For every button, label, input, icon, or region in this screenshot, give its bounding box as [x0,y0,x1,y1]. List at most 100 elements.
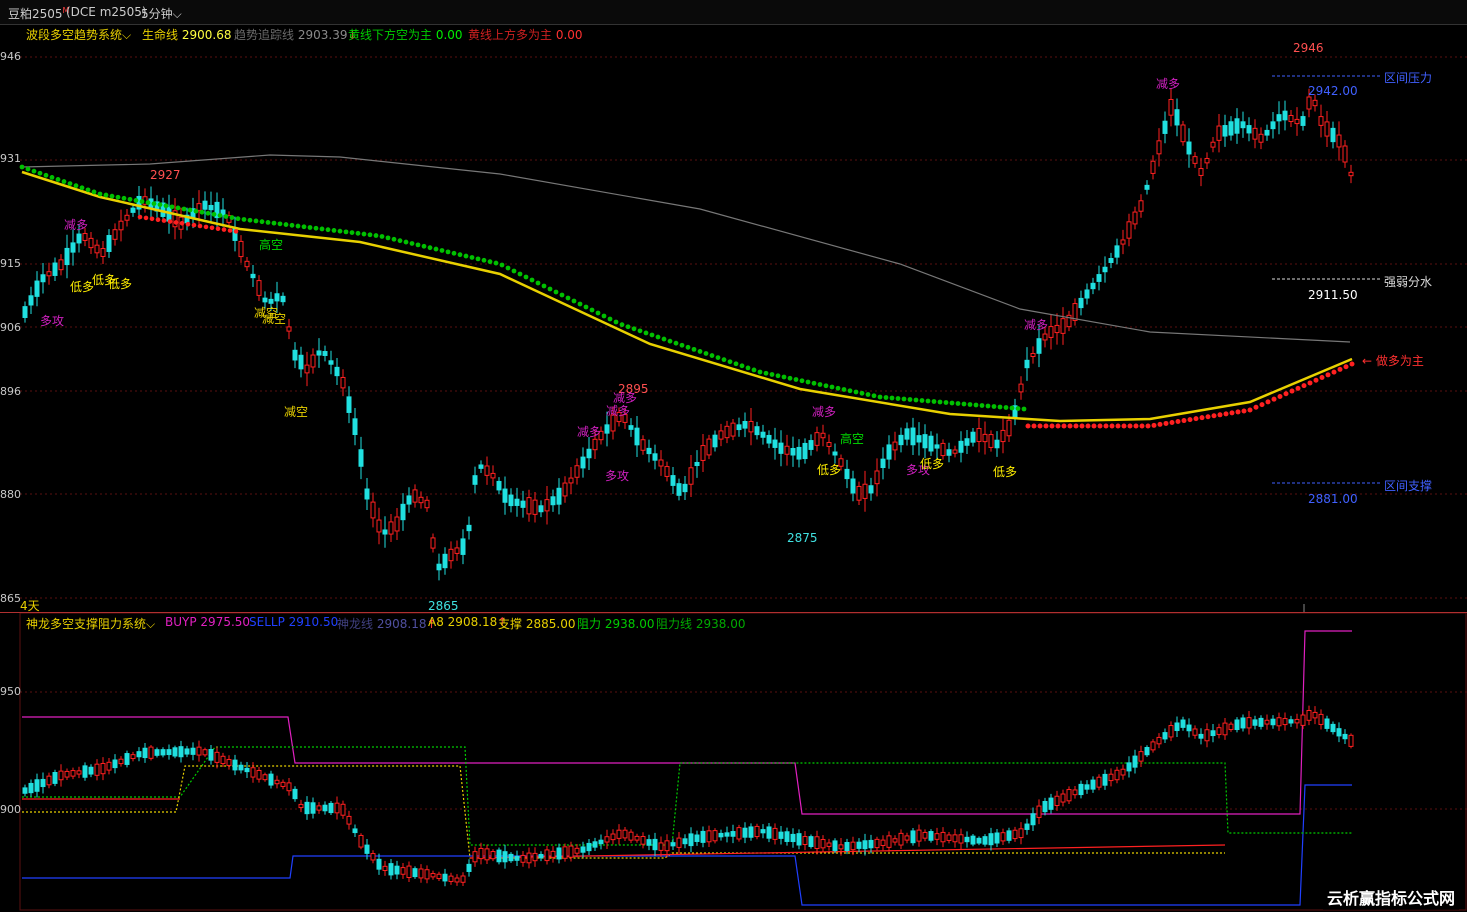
trend-dot [751,367,757,373]
candle-body [1078,297,1084,309]
candle-body [394,865,400,875]
candle-body [898,832,904,846]
candle-body [922,831,928,839]
candle-body [940,442,946,457]
y-tick: 915 [0,257,21,270]
candle-body [1030,813,1036,826]
candle-body [1132,755,1138,768]
candle-body [1192,156,1198,164]
trend-dot [229,215,235,220]
candle-body [880,839,886,846]
trend-dot [835,385,841,391]
trend-dot [1175,419,1181,425]
candle-body [316,805,322,811]
main-chart-canvas[interactable] [0,24,1467,612]
trend-dot [169,204,175,210]
candle-body [1282,110,1288,121]
legend-life-line: 生命线 2900.68 [142,26,231,43]
candle-body [946,449,952,456]
trend-dot [499,262,505,268]
candle-body [682,483,688,493]
sub-chart-panel[interactable]: 神龙多空支撑阻力系统⌵ BUYP 2975.50 SELLP 2910.50 神… [0,613,1467,912]
candle-body [880,458,886,469]
trend-dot [829,384,835,390]
candle-body [1102,266,1108,273]
candle-body [958,440,964,453]
candle-body [1318,116,1324,126]
candle-body [400,867,406,875]
candle-body [304,364,310,374]
candle-body [688,833,694,847]
candle-body [274,779,280,785]
candle-body [580,846,586,853]
candle-body [1012,829,1018,840]
candle-body [40,778,46,788]
candle-body [946,834,952,841]
candle-body [994,439,1000,449]
candle-body [1168,98,1174,116]
signal-di-duo: 低多 [108,277,133,291]
candle-body [958,834,964,844]
candle-body [862,483,868,499]
candle-body [1072,789,1078,796]
trend-dot [1169,419,1175,425]
candle-body [244,260,250,268]
candle-body [520,854,526,863]
candle-body [280,781,286,787]
candle-body [1162,732,1168,740]
legend-support: 支撑 2885.00 [498,615,575,632]
main-chart-panel[interactable]: 波段多空趋势系统⌵ 生命线 2900.68 趋势追踪线 2903.39↓ 黄线下… [0,24,1467,613]
symbol-name[interactable]: 豆粕2505M [8,5,69,22]
trend-dot [1301,383,1307,389]
trend-dot [1223,411,1229,417]
candle-body [118,758,124,765]
trend-dot [805,379,811,385]
y-tick: 865 [0,592,21,605]
candle-body [934,833,940,840]
trend-dot [481,257,487,263]
candle-body [592,841,598,848]
trend-dot [295,223,301,229]
candle-body [304,801,310,815]
trend-dot [901,396,907,402]
candle-body [664,466,670,477]
candle-body [1156,736,1162,745]
candle-body [436,563,442,571]
trend-dot [161,218,167,223]
indicator-name-lower[interactable]: 神龙多空支撑阻力系统⌵ [26,615,155,632]
candle-body [976,837,982,844]
trend-dot [469,255,475,260]
trend-dot [1103,423,1109,429]
candle-body [1240,121,1246,129]
trend-dot [505,265,511,271]
signal-di-duo: 低多 [817,463,842,477]
trend-dot [403,239,409,245]
zone-label-resistance: 区间压力 [1384,71,1433,85]
trend-dot [1031,423,1037,429]
candle-body [1156,140,1162,155]
y-tick: 946 [0,50,21,63]
candle-body [394,516,400,532]
period-selector[interactable]: 5分钟⌵ [141,5,182,22]
candle-body [298,354,304,370]
trend-dot [1247,407,1253,413]
candle-body [154,749,160,756]
trend-dot [853,389,859,395]
candle-body [1042,800,1048,813]
candle-body [778,831,784,839]
candle-body [1198,168,1204,176]
sub-chart-canvas[interactable] [0,613,1467,912]
candle-body [502,851,508,863]
candle-body [640,439,646,451]
trend-dot [625,324,631,330]
indicator-name-upper[interactable]: 波段多空趋势系统⌵ [26,26,131,43]
candle-body [316,350,322,356]
candle-body [1168,725,1174,738]
trend-dot [631,326,637,332]
candle-body [238,240,244,258]
trend-dot [139,199,145,204]
candle-body [454,877,460,883]
candle-body [436,873,442,880]
candle-body [952,834,958,843]
trend-dot [103,192,109,198]
